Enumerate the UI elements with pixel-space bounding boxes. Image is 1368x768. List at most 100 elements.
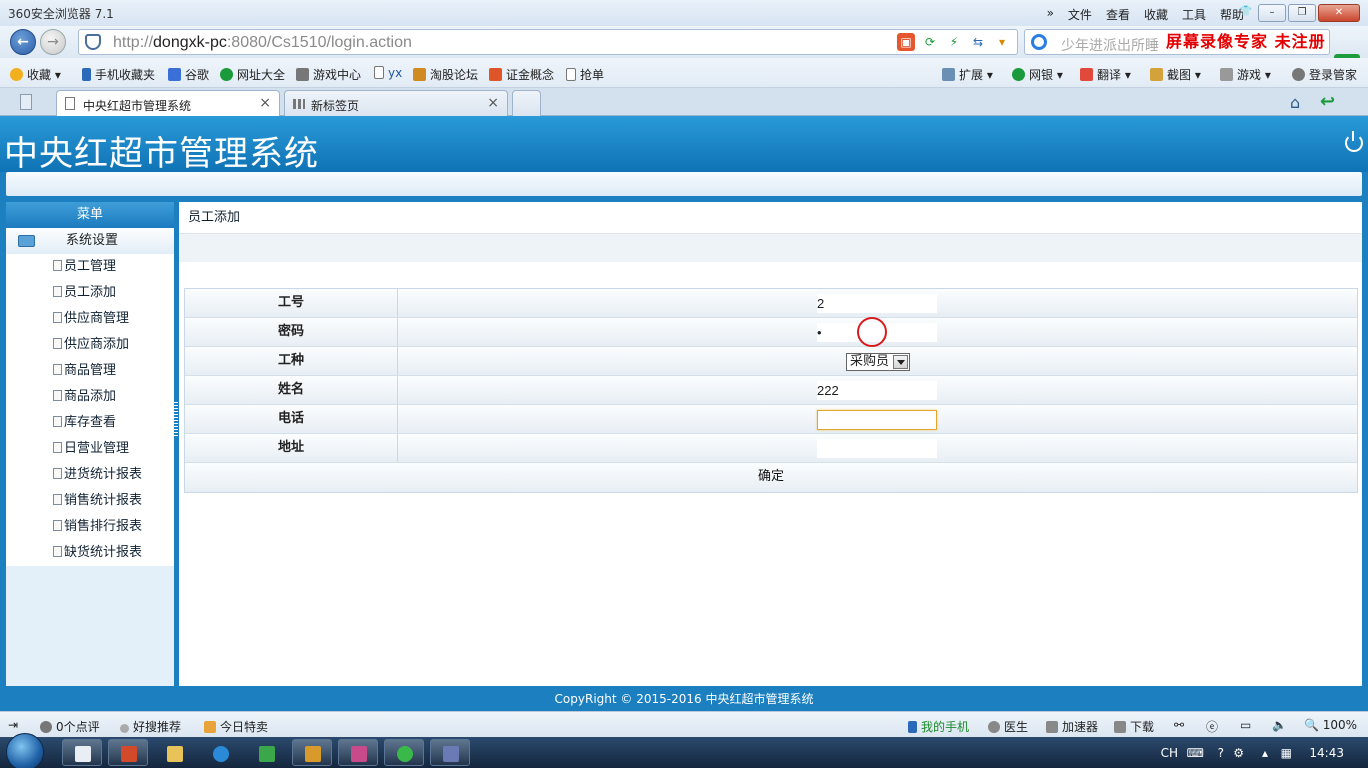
sidebar-item-stockout-report[interactable]: 缺货统计报表 bbox=[6, 540, 174, 566]
bookmark-mobile-favorites[interactable]: 手机收藏夹 bbox=[82, 66, 155, 83]
browser-menu: » 文件 查看 收藏 工具 帮助 bbox=[1047, 6, 1244, 23]
bookmark-securities[interactable]: 证金概念 bbox=[489, 66, 554, 83]
bookmark-google[interactable]: 谷歌 bbox=[168, 66, 209, 83]
bookmark-login-manager[interactable]: 登录管家 bbox=[1292, 66, 1357, 83]
bookmark-games[interactable]: 游戏 ▾ bbox=[1220, 66, 1271, 83]
shirt-icon[interactable]: 👕 bbox=[1236, 4, 1256, 22]
sidebar-item-purchase-report[interactable]: 进货统计报表 bbox=[6, 462, 174, 488]
bookmark-grab-order[interactable]: 抢单 bbox=[566, 66, 604, 83]
bookmark-yx[interactable]: yx bbox=[374, 66, 402, 80]
compat-mode-icon[interactable]: ⇆ bbox=[969, 33, 987, 51]
status-download[interactable]: 下载 bbox=[1114, 718, 1154, 735]
sidebar-group-settings[interactable]: 系统设置 bbox=[6, 228, 174, 254]
windows-start-button[interactable] bbox=[6, 733, 44, 768]
status-accelerator[interactable]: 加速器 bbox=[1046, 718, 1098, 735]
address-input[interactable] bbox=[817, 439, 937, 458]
close-window-button[interactable]: ✕ bbox=[1318, 4, 1360, 22]
chevron-down-icon[interactable] bbox=[893, 355, 909, 369]
zoom-control[interactable]: 🔍 100% bbox=[1304, 718, 1357, 732]
menu-more[interactable]: » bbox=[1047, 6, 1054, 23]
menu-favorites[interactable]: 收藏 bbox=[1144, 6, 1168, 23]
new-tab-button[interactable] bbox=[512, 90, 541, 116]
sidebar-item-product-add[interactable]: 商品添加 bbox=[6, 384, 174, 410]
sidebar-item-sales-report[interactable]: 销售统计报表 bbox=[6, 488, 174, 514]
forward-button[interactable]: → bbox=[40, 29, 66, 55]
sidebar-item-supplier-add[interactable]: 供应商添加 bbox=[6, 332, 174, 358]
network-icon[interactable]: ▦ bbox=[1281, 746, 1292, 760]
restore-button[interactable]: ❐ bbox=[1288, 4, 1316, 22]
menu-file[interactable]: 文件 bbox=[1068, 6, 1092, 23]
job-type-select[interactable]: 采购员 bbox=[846, 353, 911, 371]
sidebar-item-employee-add[interactable]: 员工添加 bbox=[6, 280, 174, 306]
lightning-icon[interactable]: ⚡ bbox=[945, 33, 963, 51]
taskbar-app-pink[interactable] bbox=[338, 739, 378, 766]
phone-input[interactable] bbox=[817, 410, 937, 430]
taskbar-app-eclipse[interactable] bbox=[430, 739, 470, 766]
taskbar-app-360-browser[interactable] bbox=[384, 739, 424, 766]
confirm-button[interactable]: 确定 bbox=[185, 463, 1357, 491]
taskbar-app-green[interactable] bbox=[246, 739, 286, 766]
settings-icon[interactable]: ⚙ bbox=[1233, 746, 1244, 760]
sidebar-item-sales-ranking[interactable]: 销售排行报表 bbox=[6, 514, 174, 540]
sidebar-item-daily-business[interactable]: 日营业管理 bbox=[6, 436, 174, 462]
globe-icon bbox=[220, 68, 233, 81]
app-store-icon[interactable]: ▣ bbox=[897, 33, 915, 51]
status-recommend[interactable]: 好搜推荐 bbox=[120, 718, 181, 735]
back-button[interactable]: ← bbox=[10, 29, 36, 55]
home-icon[interactable]: ⌂ bbox=[1290, 93, 1300, 112]
url-input[interactable]: http://dongxk-pc:8080/Cs1510/login.actio… bbox=[78, 29, 1018, 55]
status-my-phone[interactable]: 我的手机 bbox=[908, 718, 969, 735]
taskbar-app-folder[interactable] bbox=[154, 739, 194, 766]
grip-icon[interactable] bbox=[174, 402, 178, 438]
bookmark-game-center[interactable]: 游戏中心 bbox=[296, 66, 361, 83]
power-icon[interactable] bbox=[1345, 131, 1363, 152]
bookmark-translate[interactable]: 翻译 ▾ bbox=[1080, 66, 1131, 83]
menu-view[interactable]: 查看 bbox=[1106, 6, 1130, 23]
sidebar-toggle-icon[interactable]: ⇥ bbox=[8, 718, 18, 732]
ie-icon[interactable]: ⓔ bbox=[1206, 718, 1218, 735]
bookmark-online-bank[interactable]: 网银 ▾ bbox=[1012, 66, 1063, 83]
taskbar-app-ie[interactable] bbox=[200, 739, 240, 766]
page-icon bbox=[65, 97, 75, 110]
input-language[interactable]: CH bbox=[1161, 746, 1178, 760]
sidebar-item-employee-manage[interactable]: 员工管理 bbox=[6, 254, 174, 280]
close-tab-icon[interactable]: × bbox=[259, 95, 271, 111]
tab-supermarket[interactable]: 中央红超市管理系统 × bbox=[56, 90, 280, 116]
taskbar-app-explorer-doc[interactable] bbox=[62, 739, 102, 766]
menu-tools[interactable]: 工具 bbox=[1182, 6, 1206, 23]
close-tab-icon[interactable]: × bbox=[487, 95, 499, 111]
bookmark-favorites[interactable]: 收藏 ▾ bbox=[10, 66, 61, 83]
cursor-highlight bbox=[857, 317, 887, 347]
status-deals[interactable]: 今日特卖 bbox=[204, 718, 268, 735]
sidebar-splitter[interactable] bbox=[174, 202, 178, 686]
status-doctor[interactable]: 医生 bbox=[988, 718, 1028, 735]
sidebar-item-product-manage[interactable]: 商品管理 bbox=[6, 358, 174, 384]
clock[interactable]: 14:43 bbox=[1309, 746, 1344, 760]
chevron-up-icon[interactable]: ▴ bbox=[1262, 746, 1268, 760]
chevron-down-icon[interactable]: ▾ bbox=[993, 33, 1011, 51]
window-icon[interactable]: ▭ bbox=[1240, 718, 1251, 732]
shield-icon bbox=[85, 34, 101, 50]
glasses-icon[interactable]: ⚯ bbox=[1174, 718, 1184, 732]
sidebar-item-supplier-manage[interactable]: 供应商管理 bbox=[6, 306, 174, 332]
keyboard-icon[interactable]: ⌨ bbox=[1187, 746, 1204, 760]
help-icon[interactable]: ? bbox=[1218, 746, 1224, 760]
tab-new[interactable]: 新标签页 × bbox=[284, 90, 508, 116]
bookmark-stock-forum[interactable]: 淘股论坛 bbox=[413, 66, 478, 83]
speaker-icon[interactable]: 🔈 bbox=[1272, 718, 1287, 732]
taskbar-app-book[interactable] bbox=[292, 739, 332, 766]
taskbar-app-tool[interactable] bbox=[108, 739, 148, 766]
bookmark-extensions[interactable]: 扩展 ▾ bbox=[942, 66, 993, 83]
status-reviews[interactable]: 0个点评 bbox=[40, 718, 100, 735]
zoom-icon: 🔍 bbox=[1304, 718, 1319, 732]
bookmark-site-nav[interactable]: 网址大全 bbox=[220, 66, 285, 83]
bookmark-screenshot[interactable]: 截图 ▾ bbox=[1150, 66, 1201, 83]
sidebar-item-inventory[interactable]: 库存查看 bbox=[6, 410, 174, 436]
employee-id-input[interactable]: 2 bbox=[817, 294, 937, 313]
minimize-button[interactable]: – bbox=[1258, 4, 1286, 22]
name-input[interactable]: 222 bbox=[817, 381, 937, 400]
sidebar-toggle-icon[interactable] bbox=[20, 94, 32, 110]
comment-icon bbox=[40, 721, 52, 733]
undo-icon[interactable]: ↩ bbox=[1320, 91, 1335, 112]
refresh-icon[interactable]: ⟳ bbox=[921, 33, 939, 51]
